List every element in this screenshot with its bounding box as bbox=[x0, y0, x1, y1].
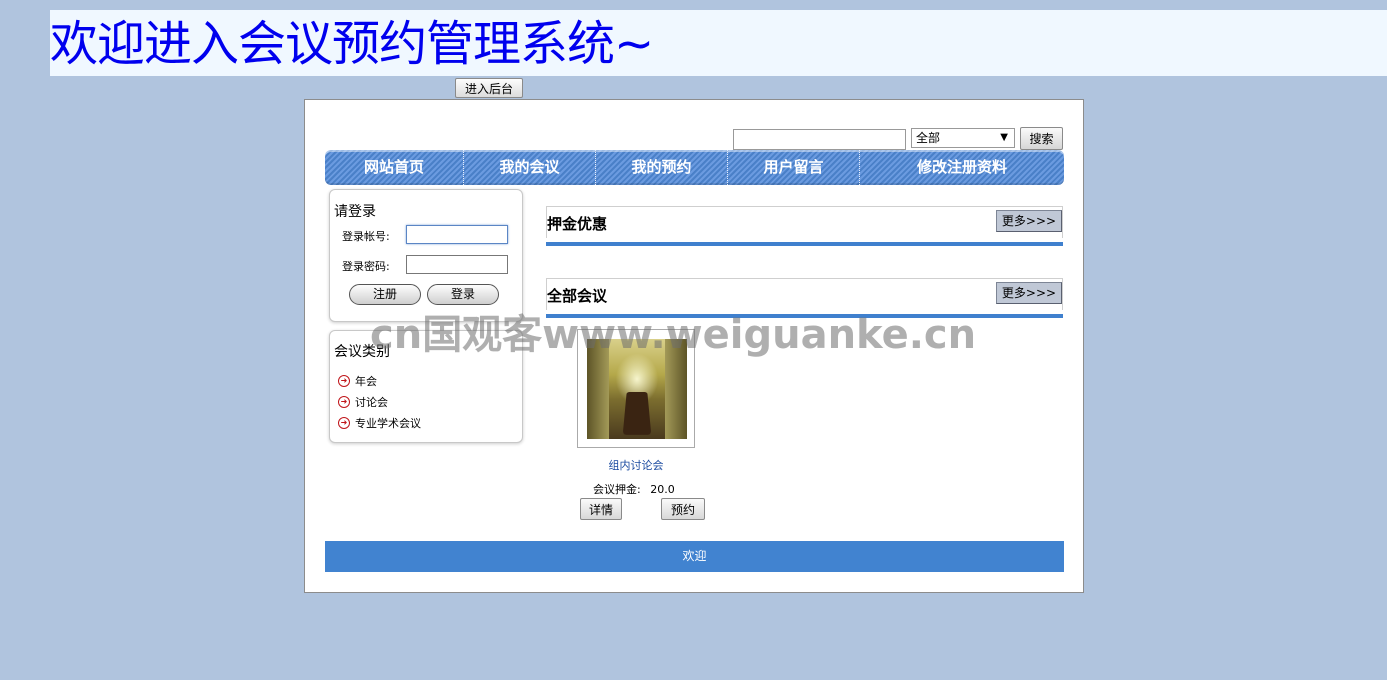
search-button[interactable]: 搜索 bbox=[1020, 127, 1063, 150]
password-input[interactable] bbox=[406, 255, 508, 274]
category-item-academic[interactable]: ➜ 专业学术会议 bbox=[338, 415, 421, 431]
nav-messages[interactable]: 用户留言 bbox=[728, 150, 860, 185]
category-label: 讨论会 bbox=[355, 396, 388, 409]
deposit-value: 20.0 bbox=[650, 483, 675, 496]
account-input[interactable] bbox=[406, 225, 508, 244]
search-input[interactable] bbox=[733, 129, 906, 150]
meeting-book-button[interactable]: 预约 bbox=[661, 498, 705, 520]
meeting-name-link[interactable]: 组内讨论会 bbox=[577, 457, 695, 473]
arrow-circle-icon: ➜ bbox=[338, 417, 350, 429]
arrow-circle-icon: ➜ bbox=[338, 396, 350, 408]
nav-my-bookings[interactable]: 我的预约 bbox=[596, 150, 728, 185]
category-item-annual[interactable]: ➜ 年会 bbox=[338, 373, 377, 389]
account-label: 登录帐号: bbox=[342, 230, 390, 243]
site-title: 欢迎进入会议预约管理系统~ bbox=[50, 16, 654, 72]
deposit-label: 会议押金: bbox=[593, 483, 641, 496]
category-label: 年会 bbox=[355, 375, 377, 388]
password-label: 登录密码: bbox=[342, 260, 390, 273]
meeting-deposit: 会议押金: 20.0 bbox=[593, 481, 675, 497]
login-title: 请登录 bbox=[334, 204, 376, 220]
all-meetings-more-button[interactable]: 更多>>> bbox=[996, 282, 1062, 304]
deposit-more-button[interactable]: 更多>>> bbox=[996, 210, 1062, 232]
category-label: 专业学术会议 bbox=[355, 417, 421, 430]
header-banner: 欢迎进入会议预约管理系统~ bbox=[50, 10, 1387, 76]
nav-my-meetings[interactable]: 我的会议 bbox=[464, 150, 596, 185]
main-nav: 网站首页 我的会议 我的预约 用户留言 修改注册资料 bbox=[325, 150, 1064, 185]
chevron-down-icon: ▼ bbox=[1000, 132, 1008, 143]
search-category-select[interactable]: 全部 ▼ bbox=[911, 128, 1015, 148]
watermark: cn国观客www.weiguanke.cn bbox=[370, 312, 977, 358]
category-item-discussion[interactable]: ➜ 讨论会 bbox=[338, 394, 388, 410]
footer-bar: 欢迎 bbox=[325, 541, 1064, 572]
nav-home[interactable]: 网站首页 bbox=[325, 150, 464, 185]
meeting-detail-button[interactable]: 详情 bbox=[580, 498, 622, 520]
deposit-section-header: 押金优惠 更多>>> bbox=[546, 206, 1063, 238]
arrow-circle-icon: ➜ bbox=[338, 375, 350, 387]
section-divider bbox=[546, 242, 1063, 246]
nav-edit-profile[interactable]: 修改注册资料 bbox=[860, 150, 1064, 185]
search-category-value: 全部 bbox=[916, 131, 941, 145]
deposit-section-title: 押金优惠 bbox=[547, 215, 608, 233]
admin-entry-button[interactable]: 进入后台 bbox=[455, 78, 523, 98]
